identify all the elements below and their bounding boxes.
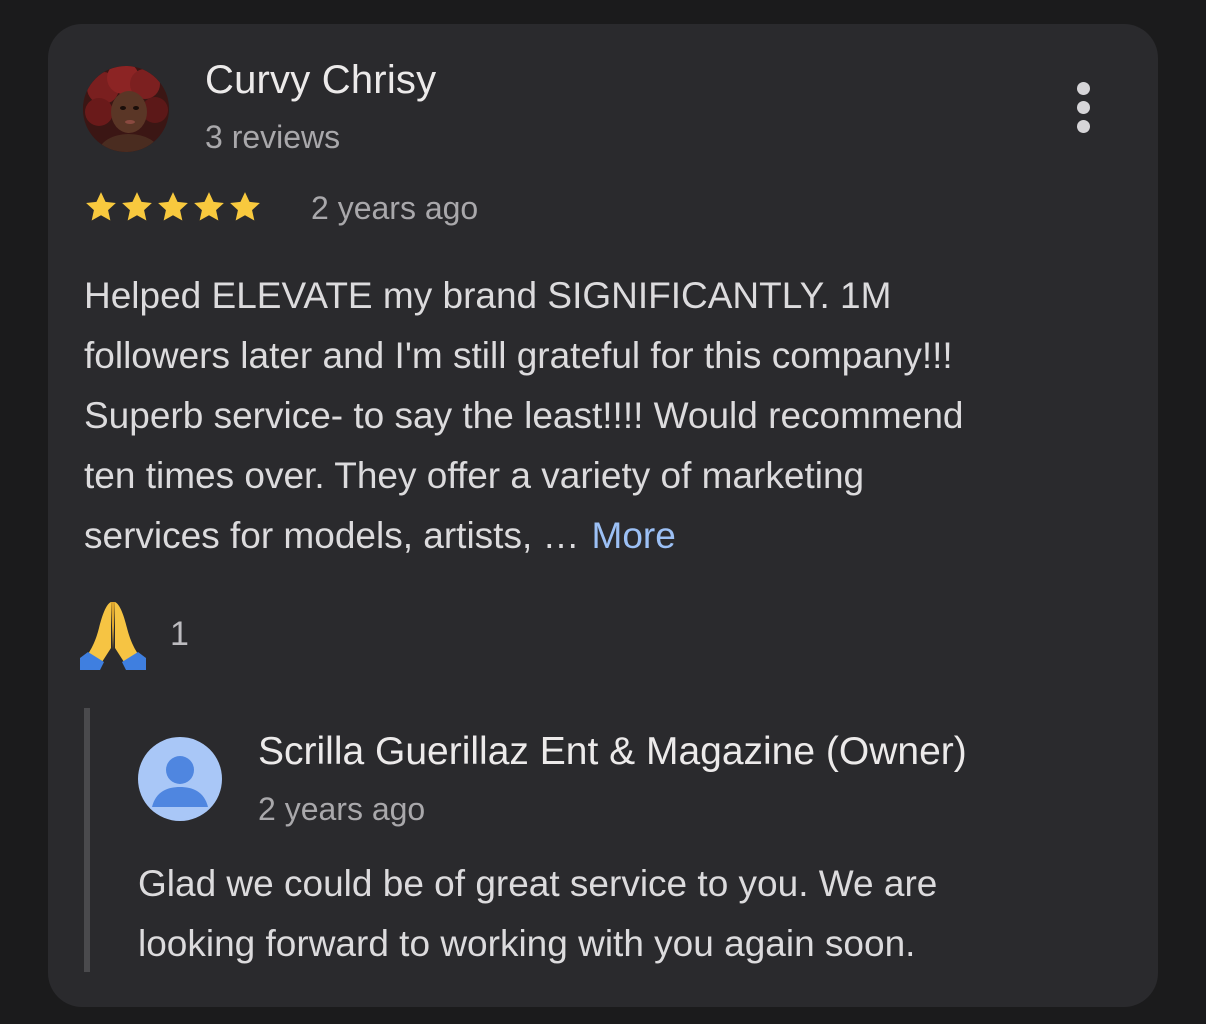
review-text-line: services for models, artists, … [84,515,580,556]
owner-name: Scrilla Guerillaz Ent & Magazine (Owner) [258,730,967,773]
menu-dot [1077,120,1090,133]
star-icon [194,192,224,221]
review-text-line: Superb service- to say the least!!!! Wou… [84,395,964,436]
reaction-count: 1 [170,614,189,653]
menu-dot [1077,101,1090,114]
more-vert-icon[interactable] [1068,80,1100,136]
review-card: Curvy Chrisy 3 reviews 2 years ago Helpe… [48,24,1158,1007]
review-text-line-last: services for models, artists, … More [84,506,1124,566]
review-text-line: followers later and I'm still grateful f… [84,335,953,376]
owner-reply-text: Glad we could be of great service to you… [138,854,1138,974]
review-text-line: Helped ELEVATE my brand SIGNIFICANTLY. 1… [84,275,892,316]
reaction-button[interactable]: 1 [78,598,189,670]
more-link[interactable]: More [592,515,676,556]
owner-reply-line: Glad we could be of great service to you… [138,863,938,904]
folded-hands-icon [80,602,146,670]
reviewer-review-count: 3 reviews [205,119,341,155]
star-rating [84,190,262,230]
reviewer-avatar[interactable] [83,66,169,152]
star-icon [86,192,116,221]
star-icon [122,192,152,221]
review-date: 2 years ago [311,190,479,226]
reviewer-name[interactable]: Curvy Chrisy [205,58,436,103]
person-icon [152,756,208,807]
star-icon [230,192,260,221]
reviewer-photo [83,66,169,152]
menu-dot [1077,82,1090,95]
review-text: Helped ELEVATE my brand SIGNIFICANTLY. 1… [84,266,1124,566]
owner-avatar[interactable] [138,737,222,821]
review-text-line: ten times over. They offer a variety of … [84,455,865,496]
star-icon [158,192,188,221]
reply-divider [84,708,90,972]
owner-reply-line: looking forward to working with you agai… [138,923,916,964]
owner-reply-date: 2 years ago [258,791,426,827]
